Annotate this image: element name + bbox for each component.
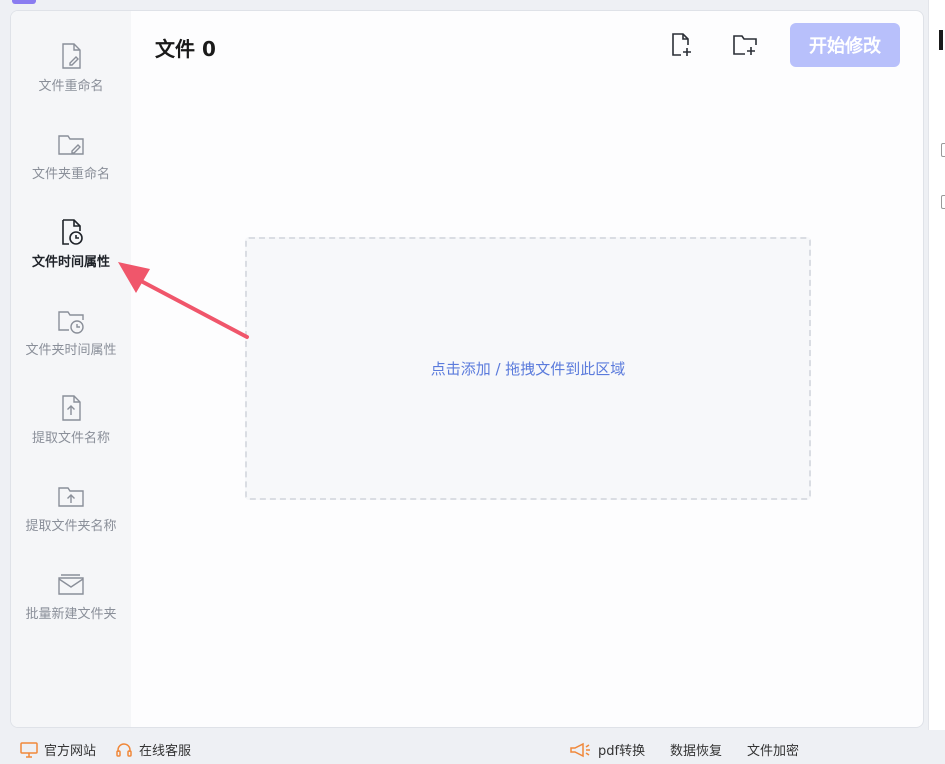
right-panel-edge — [928, 0, 945, 730]
file-clock-icon — [62, 219, 83, 245]
file-encrypt-link[interactable]: 文件加密 — [747, 740, 799, 759]
drop-zone-hint: 点击添加 / 拖拽文件到此区域 — [430, 360, 626, 378]
add-folder-icon[interactable] — [731, 31, 759, 59]
online-service-label: 在线客服 — [139, 744, 192, 759]
online-service-link[interactable]: 在线客服 — [115, 740, 191, 759]
folder-batch-icon — [58, 574, 84, 595]
sidebar-item-file-time[interactable]: 文件时间属性 — [11, 217, 131, 297]
pdf-convert-label: pdf转换 — [598, 744, 646, 759]
sidebar-item-folder-time[interactable]: 文件夹时间属性 — [11, 305, 131, 385]
file-edit-icon — [62, 43, 81, 69]
app-tab-indicator — [12, 0, 36, 4]
sidebar-item-label: 提取文件夹名称 — [25, 519, 117, 534]
file-encrypt-label: 文件加密 — [747, 744, 800, 759]
sidebar-item-extract-file-names[interactable]: 提取文件名称 — [11, 393, 131, 473]
start-modify-button[interactable]: 开始修改 — [790, 23, 900, 67]
sidebar-item-file-rename[interactable]: 文件重命名 — [11, 41, 131, 121]
sidebar-item-label: 文件重命名 — [38, 79, 104, 94]
data-recovery-label: 数据恢复 — [670, 744, 723, 759]
pdf-convert-link[interactable]: pdf转换 — [568, 740, 645, 759]
official-site-label: 官方网站 — [44, 744, 97, 759]
add-file-icon[interactable] — [667, 31, 695, 59]
monitor-icon — [20, 741, 38, 758]
sidebar-item-label: 批量新建文件夹 — [25, 607, 117, 622]
sidebar-item-label: 文件时间属性 — [31, 255, 110, 270]
sidebar-item-folder-rename[interactable]: 文件夹重命名 — [11, 129, 131, 209]
sidebar: 文件重命名 文件夹重命名 文件时间属性 文件夹时间属性 提取文件名称 提取文件夹… — [11, 11, 131, 727]
folder-clock-icon — [58, 311, 84, 334]
file-drop-zone[interactable]: 点击添加 / 拖拽文件到此区域 — [245, 237, 811, 500]
sidebar-item-label: 文件夹重命名 — [31, 167, 110, 182]
data-recovery-link[interactable]: 数据恢复 — [670, 740, 722, 759]
sidebar-item-extract-folder-names[interactable]: 提取文件夹名称 — [11, 481, 131, 561]
option-checkbox[interactable] — [941, 195, 945, 209]
file-upload-icon — [62, 395, 81, 421]
folder-upload-icon — [58, 487, 84, 507]
sidebar-item-label: 提取文件名称 — [31, 431, 110, 446]
main-window: 文件重命名 文件夹重命名 文件时间属性 文件夹时间属性 提取文件名称 提取文件夹… — [10, 10, 924, 728]
right-panel-title-fragment — [939, 30, 943, 50]
sidebar-item-batch-new-folder[interactable]: 批量新建文件夹 — [11, 569, 131, 649]
official-site-link[interactable]: 官方网站 — [20, 740, 96, 759]
sidebar-item-label: 文件夹时间属性 — [25, 343, 117, 358]
folder-edit-icon — [58, 135, 84, 155]
headset-icon — [116, 742, 132, 757]
megaphone-icon — [570, 742, 590, 757]
page-title: 文件 0 — [155, 37, 216, 61]
option-checkbox[interactable] — [941, 143, 945, 157]
footer-bar: 官方网站 在线客服 pdf转换 数据恢复 文件加密 — [0, 732, 945, 764]
